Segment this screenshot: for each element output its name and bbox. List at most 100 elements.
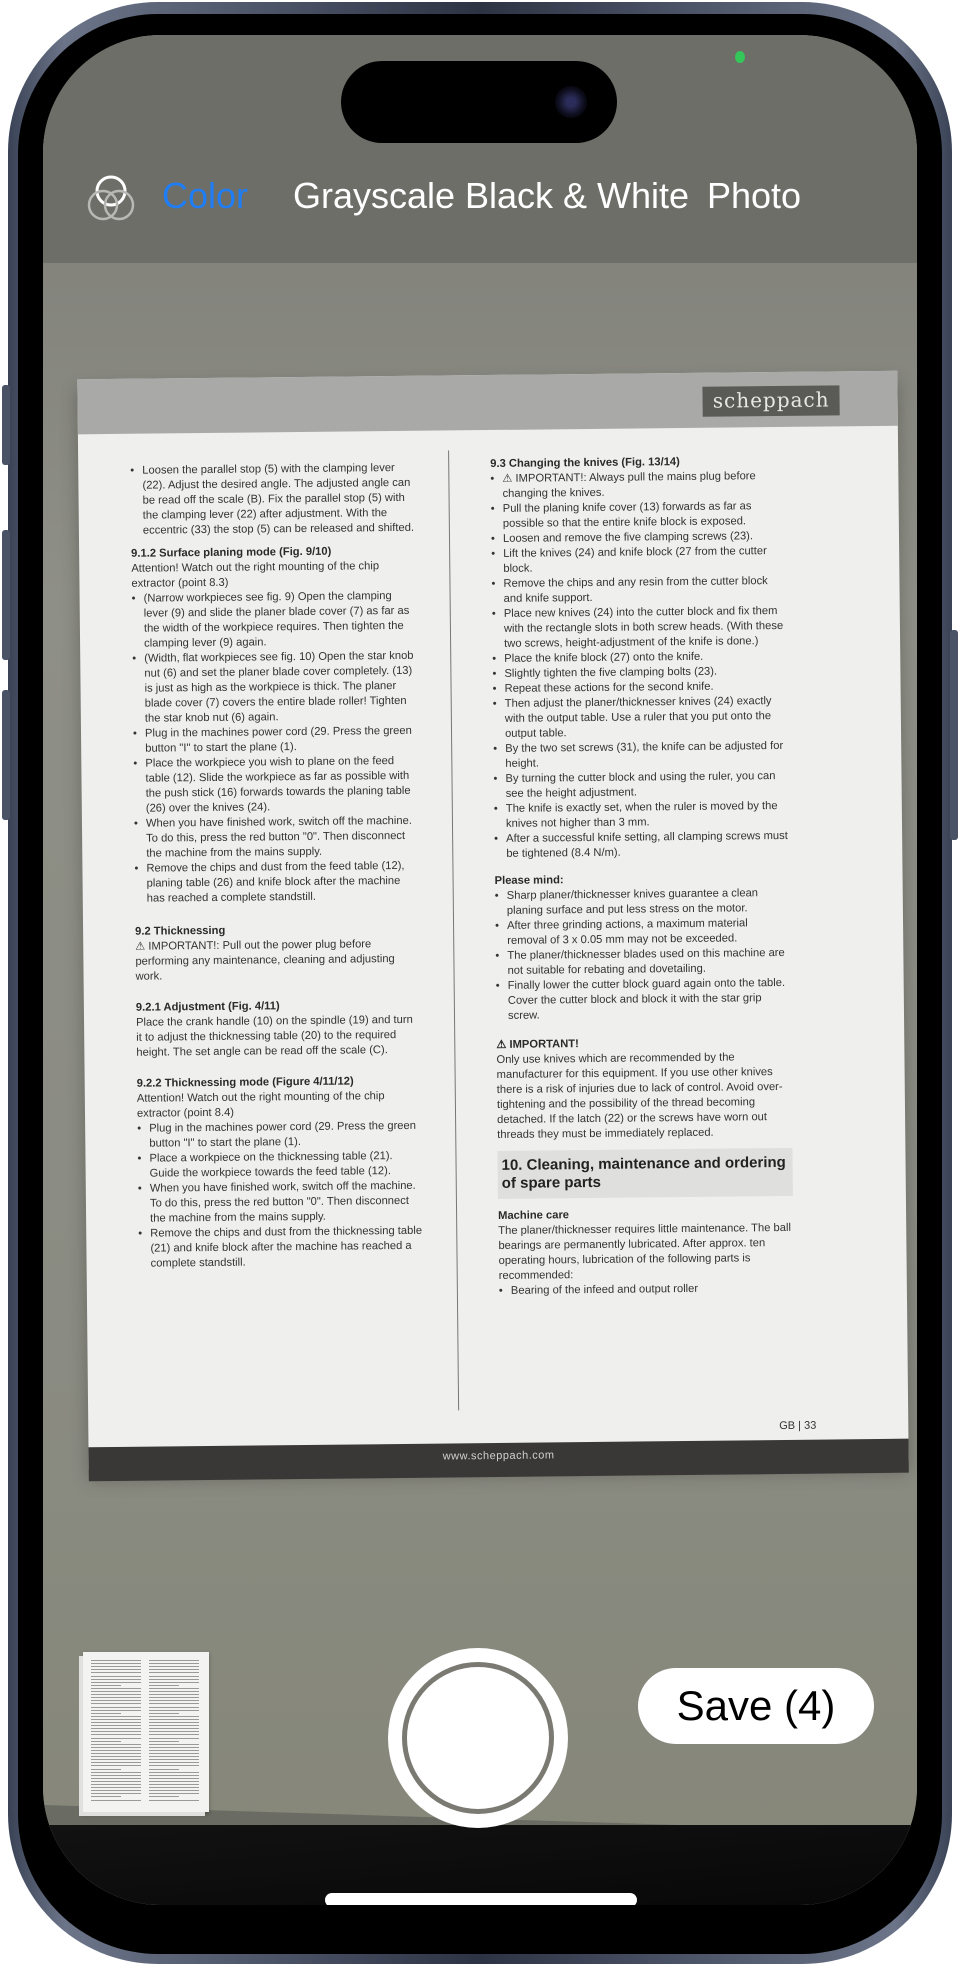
thumbnail-text-line: [149, 1765, 199, 1767]
thumbnail-text-line: [91, 1765, 141, 1767]
thumbnail-text-line: [91, 1753, 141, 1754]
list-item: Remove the chips and dust from the feed …: [134, 859, 419, 907]
thumbnail-text-line: [91, 1669, 141, 1671]
thumbnail-text-line: [149, 1780, 199, 1782]
filter-grayscale[interactable]: Grayscale: [293, 175, 455, 217]
shutter-inner-ring: [402, 1662, 554, 1814]
list-item: (Narrow workpieces see fig. 9) Open the …: [132, 589, 418, 652]
paragraph: ⚠ IMPORTANT!: Pull out the power plug be…: [135, 938, 395, 983]
thumbnail-text-line: [91, 1796, 121, 1798]
dynamic-island: [341, 61, 617, 143]
paragraph: Only use knives which are recommended by…: [496, 1051, 783, 1141]
thumbnail-text-line: [91, 1756, 141, 1758]
action-button: [2, 385, 10, 465]
list-item: Place new knives (24) into the cutter bl…: [492, 604, 787, 652]
thumbnail-text-line: [91, 1780, 141, 1782]
thumbnail-text-line: [149, 1675, 199, 1677]
thumbnail-text-line: [149, 1694, 199, 1696]
list-item: After three grinding actions, a maximum …: [495, 916, 790, 949]
thumbnail-text-line: [149, 1784, 199, 1785]
list-item: ⚠ IMPORTANT!: Always pull the mains plug…: [490, 469, 785, 502]
page-number: GB | 33: [779, 1419, 817, 1433]
list-item: The knife is exactly set, when the ruler…: [494, 799, 789, 832]
list-item: When you have finished work, switch off …: [138, 1179, 423, 1227]
thumbnail-text-line: [149, 1771, 199, 1773]
list-item: Plug in the machines power cord (29. Pre…: [137, 1119, 422, 1152]
camera-in-use-indicator: [735, 51, 745, 63]
thumbnail-text-line: [149, 1762, 199, 1764]
thumbnail-text-line: [149, 1740, 179, 1742]
thumbnail-text-line: [149, 1669, 199, 1671]
thumbnail-text-line: [149, 1746, 199, 1748]
thumbnail-text-line: [91, 1703, 141, 1705]
thumbnail-text-line: [149, 1681, 199, 1683]
thumbnail-text-line: [149, 1768, 179, 1770]
list-item: (Width, flat workpieces see fig. 10) Ope…: [132, 649, 418, 727]
thumbnail-text-line: [91, 1678, 141, 1680]
thumbnail-text-line: [149, 1706, 199, 1708]
document-header: scheppach: [77, 370, 898, 435]
thumbnail-text-line: [91, 1684, 121, 1686]
thumbnail-text-line: [149, 1712, 179, 1714]
thumbnail-text-line: [91, 1663, 141, 1665]
thumbnail-text-line: [149, 1743, 199, 1745]
list-item: By the two set screws (31), the knife ca…: [493, 739, 788, 772]
volume-up-button: [2, 530, 10, 660]
thumbnail-text-line: [91, 1768, 121, 1770]
thumbnail-text-line: [91, 1777, 141, 1779]
thumbnail-text-line: [149, 1777, 199, 1779]
thumbnail-text-line: [91, 1762, 141, 1764]
column-divider: [448, 450, 460, 1411]
thumbnail-text-line: [91, 1691, 141, 1692]
list-item: Place the workpiece you wish to plane on…: [133, 754, 419, 817]
list-item: Remove the chips and any resin from the …: [491, 574, 786, 607]
thumbnail-text-line: [149, 1678, 199, 1680]
list-item: Loosen the parallel stop (5) with the cl…: [130, 461, 416, 539]
paragraph: The planer/thicknesser requires little m…: [498, 1221, 792, 1282]
thumbnail-text-line: [149, 1796, 179, 1798]
thumbnail-text-line: [149, 1663, 199, 1665]
thumbnail-text-line: [149, 1718, 199, 1720]
filter-selector: Color Grayscale Black & White Photo: [43, 175, 917, 235]
thumbnail-text-line: [91, 1787, 141, 1789]
thumbnail-text-line: [91, 1734, 141, 1736]
thumbnail-text-line: [91, 1722, 141, 1723]
thumbnail-text-line: [91, 1743, 141, 1745]
filters-icon[interactable]: [83, 171, 143, 231]
thumbnail-text-line: [149, 1790, 199, 1792]
paragraph: Place the crank handle (10) on the spind…: [135, 1013, 413, 1059]
thumbnail-text-line: [91, 1728, 141, 1730]
thumbnail-text-line: [91, 1687, 141, 1689]
thumbnail-text-line: [91, 1793, 141, 1795]
list-item: Plug in the machines power cord (29. Pre…: [133, 724, 418, 757]
list-item: When you have finished work, switch off …: [134, 814, 419, 862]
shutter-button[interactable]: [388, 1648, 568, 1828]
thumbnail-text-line: [91, 1799, 141, 1801]
scanned-page-thumbnail[interactable]: [83, 1652, 209, 1812]
thumbnail-text-line: [149, 1756, 199, 1758]
thumbnail-text-line: [149, 1687, 199, 1689]
filter-photo[interactable]: Photo: [707, 175, 801, 217]
thumbnail-text-line: [149, 1793, 199, 1795]
thumbnail-text-line: [91, 1725, 141, 1727]
thumbnail-text-line: [91, 1737, 141, 1739]
thumbnail-text-line: [91, 1774, 141, 1776]
side-button: [950, 630, 958, 840]
home-indicator[interactable]: [325, 1893, 637, 1905]
thumbnail-text-line: [91, 1706, 141, 1708]
list-item: Finally lower the cutter block guard aga…: [496, 976, 791, 1024]
thumbnail-text-line: [91, 1746, 141, 1748]
volume-down-button: [2, 690, 10, 820]
filter-color[interactable]: Color: [162, 175, 248, 217]
thumbnail-text-line: [91, 1712, 121, 1714]
filter-black-white[interactable]: Black & White: [465, 175, 689, 217]
screen: Color Grayscale Black & White Photo sche…: [43, 35, 917, 1905]
thumbnail-text-line: [91, 1715, 141, 1717]
save-button[interactable]: Save (4): [638, 1668, 874, 1744]
thumbnail-text-line: [91, 1784, 141, 1785]
thumbnail-text-line: [149, 1759, 199, 1761]
thumbnail-text-line: [91, 1731, 141, 1733]
thumbnail-text-line: [91, 1740, 121, 1742]
thumbnail-text-line: [149, 1734, 199, 1736]
document-right-column: 9.3 Changing the knives (Fig. 13/14) ⚠ I…: [490, 454, 794, 1299]
